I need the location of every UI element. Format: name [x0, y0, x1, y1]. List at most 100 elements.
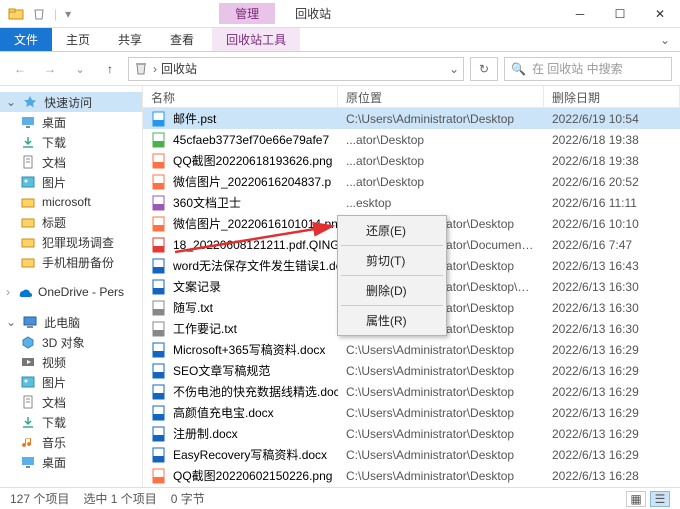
expand-ribbon-icon[interactable]: ⌄: [650, 33, 680, 47]
close-button[interactable]: ✕: [640, 0, 680, 28]
sidebar-item[interactable]: 桌面: [0, 452, 142, 472]
file-date: 2022/6/16 20:52: [544, 175, 680, 189]
sidebar-item[interactable]: 图片: [0, 372, 142, 392]
file-date: 2022/6/16 7:47: [544, 238, 680, 252]
nav-sidebar: ⌄ 快速访问 桌面下载文档图片microsoft标题犯罪现场调查手机相册备份 ›…: [0, 86, 143, 487]
chevron-right-icon: ›: [6, 285, 10, 299]
table-row[interactable]: QQ截图20220618193626.png...ator\Desktop202…: [143, 150, 680, 171]
table-row[interactable]: 注册制.docxC:\Users\Administrator\Desktop20…: [143, 423, 680, 444]
folder-icon: [20, 254, 36, 270]
tab-view[interactable]: 查看: [156, 28, 208, 51]
sidebar-item[interactable]: 音乐: [0, 432, 142, 452]
sidebar-item-this-pc[interactable]: ⌄ 此电脑: [0, 312, 142, 332]
search-placeholder: 在 回收站 中搜索: [532, 60, 623, 77]
table-row[interactable]: Microsoft+365写稿资料.docxC:\Users\Administr…: [143, 339, 680, 360]
file-location: C:\Users\Administrator\Desktop: [338, 385, 544, 399]
file-location: C:\Users\Administrator\Desktop: [338, 406, 544, 420]
col-delete-date[interactable]: 删除日期: [544, 86, 680, 107]
menu-properties[interactable]: 属性(R): [340, 308, 444, 333]
file-icon: [151, 216, 167, 232]
sidebar-item[interactable]: 桌面: [0, 112, 142, 132]
view-thumbnails-button[interactable]: ▦: [626, 491, 646, 507]
col-original-location[interactable]: 原位置: [338, 86, 544, 107]
col-name[interactable]: 名称: [143, 86, 338, 107]
sidebar-item-label: 图片: [42, 374, 66, 391]
sidebar-item-onedrive[interactable]: › OneDrive - Pers: [0, 282, 142, 302]
sidebar-item-label: 桌面: [42, 454, 66, 471]
chevron-down-icon: ⌄: [6, 315, 16, 329]
tab-home[interactable]: 主页: [52, 28, 104, 51]
sidebar-item[interactable]: 下载: [0, 412, 142, 432]
folder-icon: [20, 434, 36, 450]
breadcrumb[interactable]: › 回收站 ⌄: [128, 57, 464, 81]
tab-recycle-tools[interactable]: 回收站工具: [212, 28, 300, 51]
search-icon: 🔍: [511, 62, 526, 76]
sidebar-item-label: 标题: [42, 214, 66, 231]
sidebar-item[interactable]: 文档: [0, 152, 142, 172]
sidebar-item-label: 此电脑: [44, 314, 80, 331]
folder-icon: [20, 174, 36, 190]
sidebar-item-label: 文档: [42, 394, 66, 411]
menu-restore[interactable]: 还原(E): [340, 218, 444, 243]
file-name: QQ截图20220602150226.png: [173, 467, 332, 484]
recent-dropdown[interactable]: ⌄: [68, 57, 92, 81]
minimize-button[interactable]: ─: [560, 0, 600, 28]
table-row[interactable]: 邮件.pstC:\Users\Administrator\Desktop2022…: [143, 108, 680, 129]
view-details-button[interactable]: ☰: [650, 491, 670, 507]
table-row[interactable]: 不伤电池的快充数据线精选.docxC:\Users\Administrator\…: [143, 381, 680, 402]
folder-icon: [20, 454, 36, 470]
file-icon: [151, 111, 167, 127]
file-name: 邮件.pst: [173, 110, 216, 127]
up-button[interactable]: ↑: [98, 57, 122, 81]
sidebar-item-label: microsoft: [42, 195, 91, 209]
pc-icon: [22, 314, 38, 330]
folder-icon: [20, 334, 36, 350]
file-name: 45cfaeb3773ef70e66e79afe7: [173, 133, 329, 147]
table-row[interactable]: 微信图片_20220616204837.p...ator\Desktop2022…: [143, 171, 680, 192]
search-box[interactable]: 🔍 在 回收站 中搜索: [504, 57, 672, 81]
sidebar-item-label: 桌面: [42, 114, 66, 131]
folder-icon: [20, 214, 36, 230]
maximize-button[interactable]: ☐: [600, 0, 640, 28]
file-location: C:\Users\Administrator\Desktop: [338, 427, 544, 441]
sidebar-item[interactable]: 视频: [0, 352, 142, 372]
breadcrumb-dropdown-icon[interactable]: ⌄: [449, 62, 459, 76]
back-button[interactable]: ←: [8, 57, 32, 81]
sidebar-item[interactable]: 标题: [0, 212, 142, 232]
sidebar-item[interactable]: 3D 对象: [0, 332, 142, 352]
refresh-button[interactable]: ↻: [470, 57, 498, 81]
table-row[interactable]: SEO文章写稿规范C:\Users\Administrator\Desktop2…: [143, 360, 680, 381]
table-row[interactable]: QQ截图20220602150226.pngC:\Users\Administr…: [143, 465, 680, 486]
file-name: 360文档卫士: [173, 194, 241, 211]
sidebar-item[interactable]: 手机相册备份: [0, 252, 142, 272]
sidebar-item-quick-access[interactable]: ⌄ 快速访问: [0, 92, 142, 112]
table-row[interactable]: 360文档卫士...esktop2022/6/16 11:11: [143, 192, 680, 213]
folder-icon: [20, 134, 36, 150]
sidebar-item-label: 手机相册备份: [42, 254, 114, 271]
table-row[interactable]: EasyRecovery写稿资料.docxC:\Users\Administra…: [143, 444, 680, 465]
sidebar-item[interactable]: microsoft: [0, 192, 142, 212]
sidebar-item-label: OneDrive - Pers: [38, 285, 124, 299]
table-row[interactable]: QQ截图20220602150251.pngC:\Users\Administr…: [143, 486, 680, 487]
table-row[interactable]: 高颜值充电宝.docxC:\Users\Administrator\Deskto…: [143, 402, 680, 423]
tab-share[interactable]: 共享: [104, 28, 156, 51]
file-date: 2022/6/16 10:10: [544, 217, 680, 231]
table-row[interactable]: 45cfaeb3773ef70e66e79afe7...ator\Desktop…: [143, 129, 680, 150]
sidebar-item[interactable]: 犯罪现场调查: [0, 232, 142, 252]
menu-cut[interactable]: 剪切(T): [340, 248, 444, 273]
sidebar-item-label: 下载: [42, 134, 66, 151]
sidebar-item[interactable]: 图片: [0, 172, 142, 192]
sidebar-item-label: 文档: [42, 154, 66, 171]
folder-icon: [20, 114, 36, 130]
file-name: Microsoft+365写稿资料.docx: [173, 341, 325, 358]
sidebar-item[interactable]: 文档: [0, 392, 142, 412]
file-date: 2022/6/13 16:43: [544, 259, 680, 273]
forward-button[interactable]: →: [38, 57, 62, 81]
sidebar-item[interactable]: 下载: [0, 132, 142, 152]
menu-delete[interactable]: 删除(D): [340, 278, 444, 303]
dropdown-icon[interactable]: ▾: [65, 7, 71, 21]
file-date: 2022/6/13 16:29: [544, 385, 680, 399]
tab-file[interactable]: 文件: [0, 28, 52, 51]
sidebar-item-label: 3D 对象: [42, 334, 85, 351]
file-date: 2022/6/13 16:29: [544, 448, 680, 462]
